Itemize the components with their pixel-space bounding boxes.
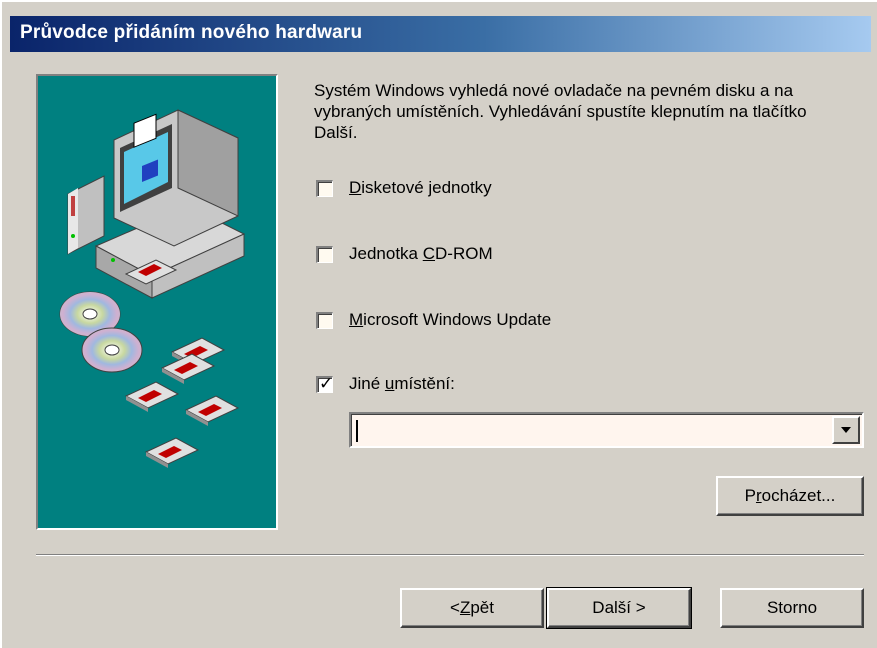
option-other-location[interactable]: ✓ Jiné umístění: bbox=[316, 372, 455, 396]
checkmark-icon: ✓ bbox=[319, 373, 334, 393]
cancel-button[interactable]: Storno bbox=[720, 588, 864, 628]
option-windows-update[interactable]: Microsoft Windows Update bbox=[316, 308, 551, 332]
option-label: Jednotka CD-ROM bbox=[349, 244, 493, 263]
cd-icon bbox=[59, 291, 143, 373]
wizard-window: Průvodce přidáním nového hardwaru Systém… bbox=[0, 0, 877, 648]
option-label: Microsoft Windows Update bbox=[349, 310, 552, 329]
back-button[interactable]: < Zpět bbox=[400, 588, 544, 628]
title-bar[interactable]: Průvodce přidáním nového hardwaru bbox=[10, 16, 871, 52]
floppy-disks-icon bbox=[124, 337, 240, 468]
computer-and-media-icon bbox=[59, 109, 246, 468]
next-button[interactable]: Další > bbox=[546, 587, 692, 629]
option-label: Disketové jednotky bbox=[349, 178, 492, 197]
checkbox[interactable] bbox=[316, 179, 333, 197]
chevron-down-icon bbox=[841, 427, 851, 433]
checkbox-checked[interactable]: ✓ bbox=[316, 373, 334, 393]
option-label: Jiné umístění: bbox=[349, 374, 455, 393]
separator-line bbox=[36, 554, 864, 556]
checkbox[interactable] bbox=[316, 311, 333, 329]
window-title: Průvodce přidáním nového hardwaru bbox=[20, 22, 363, 43]
location-combobox[interactable] bbox=[349, 412, 864, 448]
description-text: Systém Windows vyhledá nové ovladače na … bbox=[314, 81, 807, 142]
browse-button[interactable]: Pr ocházet... bbox=[716, 476, 864, 516]
tower-icon bbox=[67, 175, 105, 255]
option-floppy-drives[interactable]: Disketové jednotky bbox=[316, 176, 492, 200]
option-cd-rom[interactable]: Jednotka CD-ROM bbox=[316, 242, 493, 266]
checkbox[interactable] bbox=[316, 245, 333, 263]
hardware-wizard-illustration bbox=[36, 74, 278, 530]
dropdown-button[interactable] bbox=[832, 416, 860, 444]
location-input[interactable] bbox=[354, 417, 828, 443]
